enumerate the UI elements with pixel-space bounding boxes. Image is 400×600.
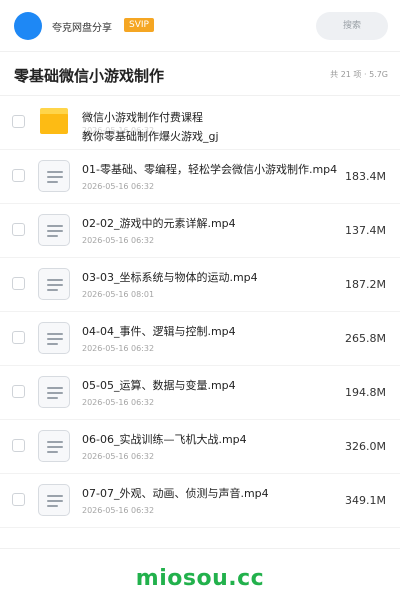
file-date: 2026-05-16 06:32	[82, 182, 155, 191]
file-date: 2026-05-16 06:32	[82, 506, 155, 515]
file-size: 326.0M	[345, 440, 386, 453]
file-name: 03-03_坐标系统与物体的运动.mp4	[82, 271, 258, 284]
file-name: 04-04_事件、逻辑与控制.mp4	[82, 325, 236, 338]
row-checkbox[interactable]	[12, 439, 25, 452]
file-date: 2026-05-16 08:01	[82, 290, 155, 299]
file-row[interactable]: 04-04_事件、逻辑与控制.mp4 2026-05-16 06:32 265.…	[0, 312, 400, 366]
folder-name-line2: 教你零基础制作爆火游戏_gj	[82, 130, 219, 143]
watermark-text: miosou.cc	[135, 566, 265, 591]
video-file-icon	[38, 376, 70, 408]
file-name: 01-零基础、零编程，轻松学会微信小游戏制作.mp4	[82, 163, 338, 176]
file-name: 07-07_外观、动画、侦测与声音.mp4	[82, 487, 269, 500]
search-input[interactable]	[316, 12, 388, 40]
video-file-icon	[38, 160, 70, 192]
file-row[interactable]: 01-零基础、零编程，轻松学会微信小游戏制作.mp4 2026-05-16 06…	[0, 150, 400, 204]
file-date: 2026-05-16 06:32	[82, 236, 155, 245]
file-date: 2026-05-16 06:32	[82, 452, 155, 461]
share-title-bar: 零基础微信小游戏制作 共 21 项 · 5.7G	[0, 52, 400, 96]
file-name: 06-06_实战训练—飞机大战.mp4	[82, 433, 247, 446]
file-name: 05-05_运算、数据与变量.mp4	[82, 379, 236, 392]
folder-name: 微信小游戏制作付费课程	[82, 111, 203, 124]
video-file-icon	[38, 214, 70, 246]
file-date: 2026-05-16 06:32	[82, 398, 155, 407]
item-summary: 共 21 项 · 5.7G	[330, 70, 388, 79]
row-checkbox[interactable]	[12, 331, 25, 344]
row-checkbox[interactable]	[12, 169, 25, 182]
file-size: 194.8M	[345, 386, 386, 399]
file-row[interactable]: 05-05_运算、数据与变量.mp4 2026-05-16 06:32 194.…	[0, 366, 400, 420]
brand-name: 夸克网盘分享	[52, 23, 112, 34]
row-checkbox[interactable]	[12, 115, 25, 128]
folder-icon	[40, 108, 68, 134]
folder-row[interactable]: 微信小游戏制作付费课程 2026-05-16 06:32 教你零基础制作爆火游戏…	[0, 96, 400, 150]
video-file-icon	[38, 322, 70, 354]
file-row[interactable]: 06-06_实战训练—飞机大战.mp4 2026-05-16 06:32 326…	[0, 420, 400, 474]
search-box[interactable]	[316, 12, 388, 40]
row-checkbox[interactable]	[12, 223, 25, 236]
file-name: 02-02_游戏中的元素详解.mp4	[82, 217, 236, 230]
file-row[interactable]: 03-03_坐标系统与物体的运动.mp4 2026-05-16 08:01 18…	[0, 258, 400, 312]
row-checkbox[interactable]	[12, 493, 25, 506]
footer: miosou.cc	[0, 548, 400, 600]
file-size: 183.4M	[345, 170, 386, 183]
file-size: 187.2M	[345, 278, 386, 291]
file-size: 265.8M	[345, 332, 386, 345]
file-row[interactable]: 07-07_外观、动画、侦测与声音.mp4 2026-05-16 06:32 3…	[0, 474, 400, 528]
file-size: 137.4M	[345, 224, 386, 237]
file-size: 349.1M	[345, 494, 386, 507]
file-row[interactable]: 02-02_游戏中的元素详解.mp4 2026-05-16 06:32 137.…	[0, 204, 400, 258]
row-checkbox[interactable]	[12, 385, 25, 398]
video-file-icon	[38, 430, 70, 462]
row-checkbox[interactable]	[12, 277, 25, 290]
avatar[interactable]	[14, 12, 42, 40]
video-file-icon	[38, 268, 70, 300]
video-file-icon	[38, 484, 70, 516]
file-date: 2026-05-16 06:32	[82, 344, 155, 353]
top-bar: 夸克网盘分享 SVIP	[0, 0, 400, 52]
page-title: 零基础微信小游戏制作	[14, 67, 165, 85]
svip-badge: SVIP	[124, 18, 154, 32]
file-list: 微信小游戏制作付费课程 2026-05-16 06:32 教你零基础制作爆火游戏…	[0, 96, 400, 528]
